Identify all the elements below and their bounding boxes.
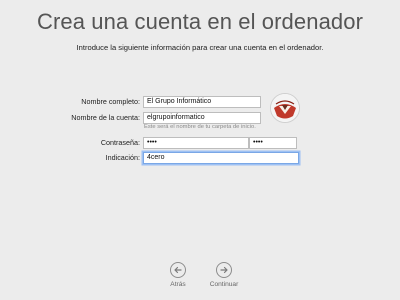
page-title: Crea una cuenta en el ordenador (37, 9, 363, 34)
page-subtitle: Introduce la siguiente información para … (76, 43, 324, 52)
password-label: Contraseña: (100, 138, 140, 147)
avatar-icon (271, 94, 299, 122)
password-field[interactable]: •••• (143, 137, 249, 149)
account-name-field[interactable]: elgrupoinformatico (143, 112, 261, 124)
password-hint-field[interactable]: 4cero (143, 152, 299, 164)
full-name-label: Nombre completo: (81, 97, 140, 106)
continue-button[interactable] (216, 262, 232, 278)
back-button[interactable] (170, 262, 186, 278)
account-name-label: Nombre de la cuenta: (71, 113, 140, 122)
password-verify-field[interactable]: •••• (249, 137, 297, 149)
user-avatar-picture[interactable] (270, 93, 300, 123)
arrow-left-icon (174, 266, 182, 274)
password-hint-label: Indicación: (105, 153, 140, 162)
back-label[interactable]: Atrás (153, 281, 203, 288)
setup-assistant-window: Crea una cuenta en el ordenador Introduc… (0, 0, 400, 300)
full-name-field[interactable]: El Grupo Informático (143, 96, 261, 108)
arrow-right-icon (220, 266, 228, 274)
continue-label[interactable]: Continuar (199, 281, 249, 288)
account-name-hint: Este será el nombre de tu carpeta de ini… (144, 124, 256, 130)
